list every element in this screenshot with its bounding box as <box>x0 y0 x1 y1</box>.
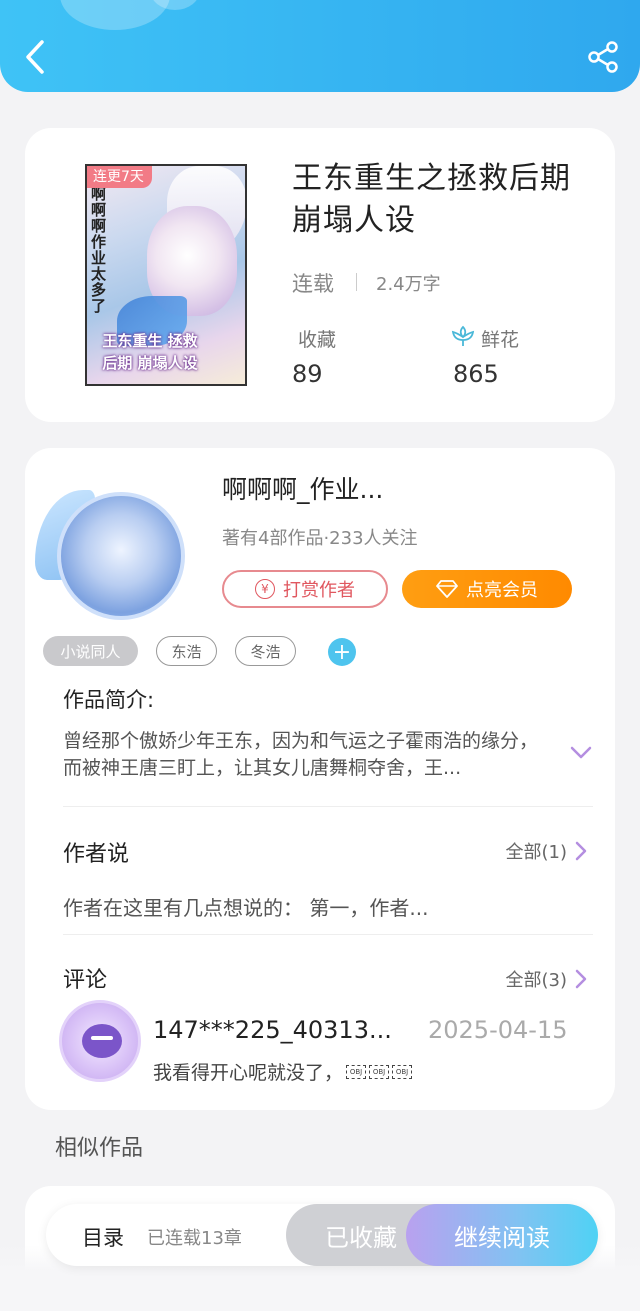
flower-icon <box>451 325 475 346</box>
decor-bubble <box>60 0 170 30</box>
similar-works-title: 相似作品 <box>55 1136 144 1161</box>
continue-reading-label: 继续阅读 <box>454 1223 550 1252</box>
intro-text: 曾经那个傲娇少年王东，因为和气运之子霍雨浩的缘分，而被神王唐三盯上，让其女儿唐舞… <box>63 730 539 779</box>
favorites-label: 收藏 <box>298 329 337 351</box>
top-header <box>0 0 640 92</box>
collected-label: 已收藏 <box>325 1223 397 1252</box>
tag-item[interactable]: 东浩 <box>156 636 217 666</box>
share-icon <box>588 41 618 73</box>
vip-label: 点亮会员 <box>466 580 538 601</box>
author-say-more-label: 全部(1) <box>505 842 568 863</box>
chapter-count: 已连载13章 <box>147 1228 242 1249</box>
book-detail-card: 啊啊啊_作业... 著有4部作品·233人关注 ¥ 打赏作者 点亮会员 小说同人… <box>25 448 615 1110</box>
toc-button[interactable]: 目录 <box>82 1222 124 1252</box>
back-button[interactable] <box>18 38 52 76</box>
flowers-count: 865 <box>453 360 499 388</box>
author-meta: 著有4部作品·233人关注 <box>222 528 418 549</box>
comment-text-body: 我看得开心呢就没了， <box>153 1062 344 1084</box>
book-title: 王东重生之拯救后期崩塌人设 <box>292 161 571 238</box>
tag-category[interactable]: 小说同人 <box>43 636 138 666</box>
bottom-action-bar: 目录 已连载13章 已收藏 继续阅读 <box>46 1204 598 1266</box>
chevron-left-icon <box>26 40 44 74</box>
comments-more-label: 全部(3) <box>505 970 568 991</box>
author-say-title: 作者说 <box>63 842 130 867</box>
intro-title: 作品简介: <box>63 688 155 712</box>
update-streak-badge: 连更7天 <box>87 166 152 188</box>
tag-item[interactable]: 冬浩 <box>235 636 296 666</box>
word-count: 2.4万字 <box>376 274 441 295</box>
emoji-placeholder: OBJ <box>346 1064 367 1079</box>
book-status: 连载 <box>292 272 334 296</box>
chat-bubble-icon <box>82 1024 122 1058</box>
continue-reading-button[interactable]: 继续阅读 <box>406 1204 598 1266</box>
reward-author-label: 打赏作者 <box>283 580 355 601</box>
chevron-right-icon <box>575 841 587 861</box>
comment-text: 我看得开心呢就没了， OBJ OBJ OBJ <box>153 1058 413 1085</box>
author-say-text: 作者在这里有几点想说的： 第一，作者... <box>63 896 429 920</box>
book-cover[interactable]: 啊啊啊作业太多了 王东重生 拯救后期 崩塌人设 连更7天 <box>85 164 247 386</box>
comments-title: 评论 <box>63 968 108 993</box>
divider <box>63 934 593 935</box>
add-tag-button[interactable]: + <box>328 638 356 666</box>
diamond-icon <box>436 580 458 598</box>
comments-more[interactable]: 全部(3) <box>506 966 588 992</box>
divider <box>63 806 593 807</box>
chevron-right-icon <box>575 969 587 989</box>
divider <box>356 273 357 291</box>
cover-title: 王东重生 拯救后期 崩塌人设 <box>102 332 198 372</box>
author-say-more[interactable]: 全部(1) <box>506 838 588 864</box>
cover-vertical-text: 啊啊啊作业太多了 <box>91 185 107 315</box>
chevron-down-icon[interactable] <box>569 744 593 762</box>
emoji-placeholder: OBJ <box>369 1064 390 1079</box>
comment-date: 2025-04-15 <box>428 1016 568 1044</box>
favorites-count: 89 <box>292 360 323 388</box>
vip-button[interactable]: 点亮会员 <box>402 570 572 608</box>
emoji-placeholder: OBJ <box>392 1064 413 1079</box>
share-button[interactable] <box>586 40 620 74</box>
flowers-label: 鲜花 <box>481 329 520 351</box>
commenter-avatar[interactable] <box>55 994 147 1086</box>
author-name[interactable]: 啊啊啊_作业... <box>222 470 383 506</box>
yen-icon: ¥ <box>255 579 275 599</box>
book-info-card: 啊啊啊作业太多了 王东重生 拯救后期 崩塌人设 连更7天 王东重生之拯救后期崩塌… <box>25 128 615 422</box>
plus-icon: + <box>332 639 352 665</box>
avatar-image <box>57 492 185 620</box>
commenter-name: 147***225_40313... <box>153 1016 392 1044</box>
author-avatar[interactable] <box>35 470 197 632</box>
reward-author-button[interactable]: ¥ 打赏作者 <box>222 570 388 608</box>
